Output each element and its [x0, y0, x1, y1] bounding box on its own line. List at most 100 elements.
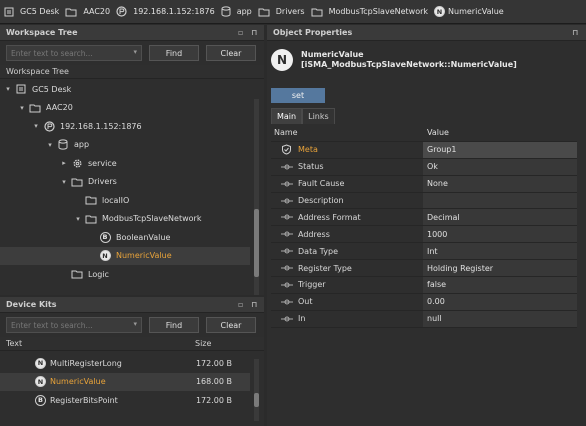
property-row[interactable]: Address Format Decimal	[271, 209, 577, 227]
shield-icon	[281, 144, 293, 155]
expand-arrow-icon[interactable]: ▾	[59, 178, 69, 186]
property-value[interactable]: Group1	[423, 141, 577, 158]
tree-node[interactable]: ▾ 192.168.1.152:1876	[0, 117, 250, 136]
tree-node[interactable]: ▾ Drivers	[0, 173, 250, 192]
property-value[interactable]: Ok	[423, 158, 577, 175]
tree-node[interactable]: ▾ ModbusTcpSlaveNetwork	[0, 210, 250, 229]
dropdown-icon[interactable]: ▾	[133, 48, 137, 56]
kit-item-label: NumericValue	[50, 377, 106, 387]
property-value[interactable]: Decimal	[423, 209, 577, 226]
property-row[interactable]: Out 0.00	[271, 293, 577, 311]
breadcrumb-item[interactable]: 192.168.1.152:1876	[116, 6, 215, 17]
property-value[interactable]: Holding Register	[423, 260, 577, 277]
breadcrumb-item[interactable]: Drivers	[258, 7, 305, 17]
breadcrumb-item[interactable]: app	[221, 6, 252, 17]
kits-scrollbar[interactable]	[254, 359, 259, 421]
property-value[interactable]: Int	[423, 243, 577, 260]
tree-node[interactable]: N NumericValue	[0, 246, 250, 265]
property-row[interactable]: In null	[271, 310, 577, 328]
workspace-clear-button[interactable]: Clear	[206, 45, 256, 61]
property-name: Out	[298, 297, 313, 307]
kits-scrollbar-thumb[interactable]	[254, 393, 259, 407]
property-row[interactable]: Trigger false	[271, 277, 577, 294]
expand-arrow-icon[interactable]: ▾	[17, 104, 27, 112]
tree-node-label: ModbusTcpSlaveNetwork	[102, 214, 202, 224]
tree-node[interactable]: Logic	[0, 265, 250, 284]
expand-arrow-icon[interactable]: ▾	[45, 141, 55, 149]
property-row[interactable]: Fault Cause None	[271, 175, 577, 193]
slot-connector-icon	[281, 213, 293, 221]
tree-node[interactable]: ▾ AAC20	[0, 99, 250, 118]
property-row[interactable]: Status Ok	[271, 158, 577, 176]
property-value[interactable]	[423, 192, 577, 209]
kit-item[interactable]: N MultiRegisterLong 172.00 B	[0, 354, 250, 373]
property-name: Status	[298, 162, 324, 172]
set-button[interactable]: set	[271, 88, 325, 103]
restore-icon[interactable]: ▫	[238, 28, 243, 37]
tree-node[interactable]: ▸ service	[0, 154, 250, 173]
col-value[interactable]: Value	[423, 125, 577, 141]
kits-clear-button[interactable]: Clear	[206, 317, 256, 333]
workspace-search-input[interactable]: Enter text to search... ▾	[6, 45, 142, 61]
expand-arrow-icon[interactable]: ▾	[73, 215, 83, 223]
device-icon	[43, 121, 55, 132]
tab-links[interactable]: Links	[302, 108, 335, 124]
object-properties-title: Object Properties ⊓	[267, 25, 586, 41]
property-name: Address	[298, 229, 330, 239]
numeric-value-icon: N	[271, 49, 293, 71]
workspace-find-button[interactable]: Find	[149, 45, 199, 61]
breadcrumb-item[interactable]: GC5 Desk	[4, 7, 59, 17]
property-row[interactable]: Data Type Int	[271, 243, 577, 261]
expand-arrow-icon[interactable]: ▾	[3, 85, 13, 93]
tree-node-label: GC5 Desk	[32, 84, 72, 94]
slot-connector-icon	[281, 163, 293, 171]
property-value[interactable]: null	[423, 310, 577, 327]
property-row[interactable]: Description	[271, 192, 577, 210]
breadcrumb-item[interactable]: AAC20	[65, 7, 110, 17]
dropdown-icon[interactable]: ▾	[133, 320, 137, 328]
property-row[interactable]: Address 1000	[271, 226, 577, 244]
object-type: [iSMA_ModbusTcpSlaveNetwork::NumericValu…	[301, 60, 517, 69]
kits-col-size[interactable]: Size	[195, 339, 211, 348]
pin-icon[interactable]: ⊓	[251, 300, 257, 309]
n-badge-icon: N	[35, 376, 46, 388]
property-value[interactable]: 1000	[423, 226, 577, 243]
gear-icon	[72, 158, 83, 169]
n-badge-icon: N	[35, 357, 46, 369]
slot-connector-icon	[281, 180, 293, 188]
property-row[interactable]: Meta Group1	[271, 141, 577, 159]
tree-node[interactable]: ▾ app	[0, 136, 250, 155]
device-kits-title: Device Kits ▫ ⊓	[0, 297, 264, 313]
property-value[interactable]: false	[423, 277, 577, 293]
workspace-scrollbar-thumb[interactable]	[254, 209, 259, 277]
expand-arrow-icon[interactable]: ▾	[31, 122, 41, 130]
device-icon	[116, 6, 130, 17]
breadcrumb-item[interactable]: N NumericValue	[434, 6, 504, 17]
kits-search-input[interactable]: Enter text to search... ▾	[6, 317, 142, 333]
kit-item[interactable]: N NumericValue 168.00 B	[0, 372, 250, 391]
slot-connector-icon	[281, 315, 293, 323]
property-name: Register Type	[298, 263, 352, 273]
kits-col-text[interactable]: Text	[6, 339, 22, 348]
tree-node[interactable]: localIO	[0, 191, 250, 210]
property-value[interactable]: 0.00	[423, 293, 577, 310]
pin-icon[interactable]: ⊓	[572, 28, 578, 37]
kit-item[interactable]: B RegisterBitsPoint 172.00 B	[0, 391, 250, 410]
property-table: Name Value Meta Group1 Status Ok Fault Cau…	[271, 125, 577, 328]
tree-node[interactable]: B BooleanValue	[0, 228, 250, 247]
property-value[interactable]: None	[423, 175, 577, 192]
kits-find-button[interactable]: Find	[149, 317, 199, 333]
pin-icon[interactable]: ⊓	[251, 28, 257, 37]
property-row[interactable]: Register Type Holding Register	[271, 260, 577, 278]
col-name[interactable]: Name	[271, 125, 423, 141]
restore-icon[interactable]: ▫	[238, 300, 243, 309]
breadcrumb-item[interactable]: ModbusTcpSlaveNetwork	[311, 7, 428, 17]
tree-node[interactable]: ▾ GC5 Desk	[0, 80, 250, 99]
tree-node-label: NumericValue	[116, 251, 172, 261]
workspace-scrollbar[interactable]	[254, 99, 259, 295]
tab-main[interactable]: Main	[271, 108, 303, 124]
property-name: In	[298, 314, 306, 324]
tree-node-label: Logic	[88, 269, 109, 279]
tree-node-label: localIO	[102, 195, 130, 205]
collapse-arrow-icon[interactable]: ▸	[59, 159, 69, 167]
